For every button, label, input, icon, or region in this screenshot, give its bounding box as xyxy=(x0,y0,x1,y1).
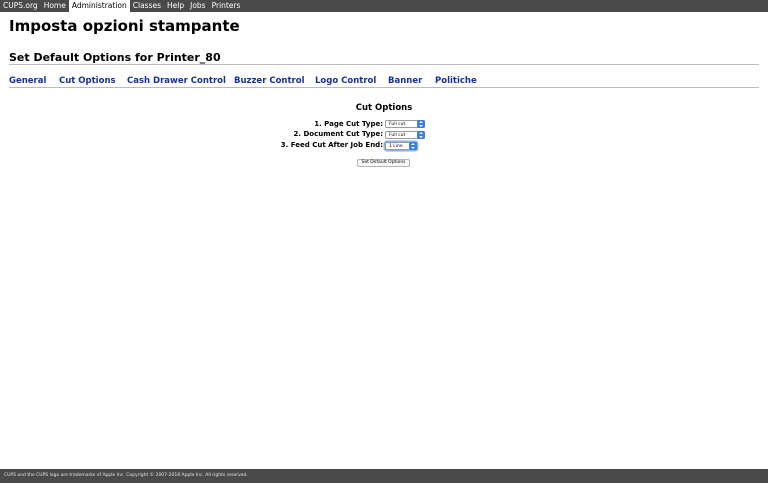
page-subtitle: Set Default Options for Printer_80 xyxy=(9,51,221,64)
feed-cut-after-job-end-label: 3. Feed Cut After Job End: xyxy=(280,141,383,149)
tab-buzzer-control[interactable]: Buzzer Control xyxy=(234,76,304,87)
nav-administration[interactable]: Administration xyxy=(68,0,130,12)
page-title: Imposta opzioni stampante xyxy=(9,17,240,35)
footer: CUPS and the CUPS logo are trademarks of… xyxy=(0,469,768,483)
tab-logo-control[interactable]: Logo Control xyxy=(315,76,376,87)
nav-home[interactable]: Home xyxy=(41,0,69,12)
feed-cut-after-job-end-select[interactable]: 1 Line xyxy=(385,142,417,150)
section-title: Cut Options xyxy=(355,103,413,113)
divider xyxy=(9,64,759,65)
tab-politiche[interactable]: Politiche xyxy=(435,76,477,87)
tab-cash-drawer-control[interactable]: Cash Drawer Control xyxy=(127,76,226,87)
nav-classes[interactable]: Classes xyxy=(130,0,164,12)
tab-banner[interactable]: Banner xyxy=(388,76,422,87)
page-cut-type-select[interactable]: Full cut xyxy=(385,120,425,128)
feed-cut-after-job-end-value: 1 Line xyxy=(389,144,403,149)
top-navigation: CUPS.org Home Administration Classes Hel… xyxy=(0,0,768,12)
tab-cut-options[interactable]: Cut Options xyxy=(59,76,116,87)
nav-cups-org[interactable]: CUPS.org xyxy=(0,0,41,12)
page-cut-type-value: Full cut xyxy=(389,122,406,127)
select-arrows-icon xyxy=(409,142,417,150)
select-arrows-icon xyxy=(417,120,425,128)
select-arrows-icon xyxy=(417,131,425,139)
divider xyxy=(9,87,759,88)
page-cut-type-label: 1. Page Cut Type: xyxy=(314,120,383,128)
document-cut-type-value: Full cut xyxy=(389,133,406,138)
nav-printers[interactable]: Printers xyxy=(209,0,244,12)
document-cut-type-label: 2. Document Cut Type: xyxy=(293,130,384,138)
nav-help[interactable]: Help xyxy=(164,0,187,12)
footer-copyright: CUPS and the CUPS logo are trademarks of… xyxy=(4,473,248,478)
set-default-options-button[interactable]: Set Default Options xyxy=(357,159,410,167)
nav-jobs[interactable]: Jobs xyxy=(187,0,208,12)
tab-general[interactable]: General xyxy=(9,76,46,87)
document-cut-type-select[interactable]: Full cut xyxy=(385,131,425,139)
